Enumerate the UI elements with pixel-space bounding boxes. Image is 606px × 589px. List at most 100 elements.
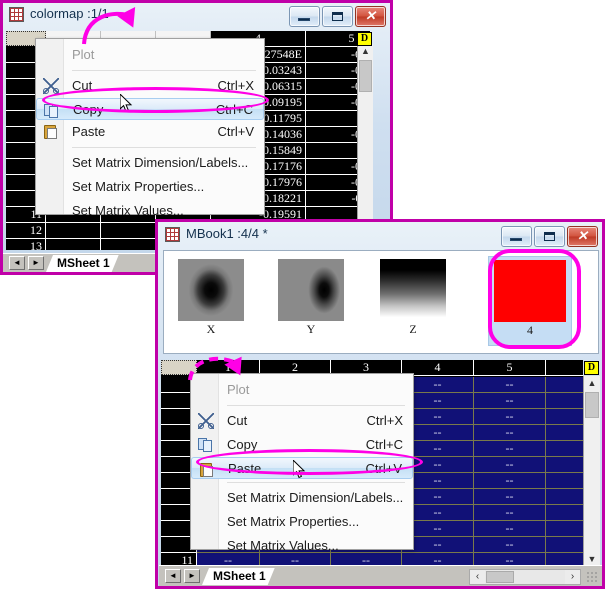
- selected-matrix-thumbnail-highlight: [488, 249, 581, 349]
- window2-cell[interactable]: [546, 521, 583, 537]
- sheet-prev-button[interactable]: ◄: [9, 256, 25, 270]
- scroll-up-arrow[interactable]: ▲: [358, 44, 373, 58]
- matrix-thumbnail-label: Z: [376, 321, 450, 337]
- window2-column-header[interactable]: [546, 360, 583, 376]
- window2-window-controls[interactable]: ✕: [501, 226, 598, 247]
- copy-icon: [198, 437, 214, 453]
- menu-item-set-matrix-values[interactable]: Set Matrix Values...: [36, 199, 264, 223]
- window2-column-header-5[interactable]: 5: [474, 360, 546, 376]
- window2-cell[interactable]: --: [474, 393, 546, 409]
- matrix-thumbnail-Z[interactable]: Z: [376, 259, 450, 337]
- hscroll-left-button[interactable]: ‹: [470, 570, 485, 584]
- paste-highlight-ellipse: [196, 449, 423, 475]
- menu-item-set-matrix-dimension-labels[interactable]: Set Matrix Dimension/Labels...: [36, 151, 264, 175]
- menu-item-label: Set Matrix Dimension/Labels...: [227, 490, 403, 505]
- matrix-grid-icon: [165, 227, 180, 242]
- close-button[interactable]: ✕: [355, 6, 386, 27]
- sheet-next-button[interactable]: ►: [28, 256, 44, 270]
- window2-data-badge[interactable]: D: [584, 361, 599, 375]
- window2-cell[interactable]: --: [474, 441, 546, 457]
- window2-vertical-scrollbar[interactable]: ▲ ▼: [583, 376, 600, 566]
- paste-icon: [43, 124, 59, 140]
- menu-separator: [72, 147, 256, 148]
- matrix-thumbnail-Y[interactable]: Y: [274, 259, 348, 337]
- scroll-down-arrow[interactable]: ▼: [584, 552, 600, 566]
- window2-cell[interactable]: [546, 393, 583, 409]
- maximize-button[interactable]: [322, 6, 353, 27]
- menu-item-paste[interactable]: PasteCtrl+V: [36, 120, 264, 144]
- window2-cell[interactable]: --: [474, 489, 546, 505]
- menu-item-label: Cut: [227, 413, 247, 428]
- window2-cell[interactable]: [546, 505, 583, 521]
- window1-row-header[interactable]: 13: [6, 239, 46, 250]
- maximize-button[interactable]: [534, 226, 565, 247]
- window1-cell[interactable]: [101, 239, 156, 250]
- menu-item-plot: Plot: [191, 378, 413, 402]
- matrix-thumbnail-label: X: [174, 321, 248, 337]
- window2-cell[interactable]: [546, 537, 583, 553]
- window2-cell[interactable]: [546, 409, 583, 425]
- maximize-icon: [332, 12, 343, 21]
- scroll-up-arrow[interactable]: ▲: [584, 376, 600, 390]
- window1-cell[interactable]: [101, 223, 156, 239]
- close-icon: ✕: [356, 7, 385, 26]
- menu-item-set-matrix-properties[interactable]: Set Matrix Properties...: [191, 510, 413, 534]
- menu-item-set-matrix-values[interactable]: Set Matrix Values...: [191, 534, 413, 558]
- window1-row-header[interactable]: 12: [6, 223, 46, 239]
- window1-context-menu[interactable]: PlotCutCtrl+XCopyCtrl+CPasteCtrl+VSet Ma…: [35, 38, 265, 215]
- window2-cell[interactable]: --: [474, 409, 546, 425]
- menu-item-label: Set Matrix Dimension/Labels...: [72, 155, 248, 170]
- window2-titlebar[interactable]: MBook1 :4/4 * ✕: [158, 222, 604, 248]
- menu1-items[interactable]: PlotCutCtrl+XCopyCtrl+CPasteCtrl+VSet Ma…: [36, 39, 264, 223]
- window1-titlebar[interactable]: colormap :1/1 ✕: [2, 2, 392, 28]
- window2-cell[interactable]: [546, 377, 583, 393]
- minimize-icon: [510, 238, 522, 241]
- scroll-thumb[interactable]: [359, 60, 372, 92]
- sheet-next-button[interactable]: ►: [184, 569, 200, 583]
- sheet-tab-msheet1[interactable]: MSheet 1: [202, 568, 275, 585]
- menu-item-cut[interactable]: CutCtrl+X: [191, 409, 413, 433]
- menu-item-label: Set Matrix Values...: [72, 203, 184, 218]
- minimize-icon: [298, 18, 310, 21]
- close-button[interactable]: ✕: [567, 226, 598, 247]
- window1-vertical-scrollbar[interactable]: ▲: [357, 44, 373, 251]
- menu-item-set-matrix-dimension-labels[interactable]: Set Matrix Dimension/Labels...: [191, 486, 413, 510]
- window2-cell[interactable]: --: [474, 425, 546, 441]
- menu-item-set-matrix-properties[interactable]: Set Matrix Properties...: [36, 175, 264, 199]
- menu-separator: [227, 482, 405, 483]
- window1-data-badge[interactable]: D: [357, 32, 372, 46]
- hscroll-thumb[interactable]: [486, 571, 514, 583]
- scroll-thumb[interactable]: [585, 392, 599, 418]
- sheet-tab-msheet1[interactable]: MSheet 1: [46, 255, 119, 272]
- window2-cell[interactable]: --: [474, 473, 546, 489]
- window2-cell[interactable]: [546, 473, 583, 489]
- horizontal-scrollbar[interactable]: ‹ ›: [469, 569, 581, 585]
- close-icon: ✕: [568, 227, 597, 246]
- sheet-prev-button[interactable]: ◄: [165, 569, 181, 583]
- window1-window-controls[interactable]: ✕: [289, 6, 386, 27]
- window1-cell[interactable]: [46, 223, 101, 239]
- window2-cell[interactable]: --: [474, 521, 546, 537]
- window2-cell[interactable]: [546, 553, 583, 565]
- window1-cell[interactable]: [46, 239, 101, 250]
- minimize-button[interactable]: [289, 6, 320, 27]
- menu-item-label: Set Matrix Values...: [227, 538, 339, 553]
- window2-cell[interactable]: [546, 425, 583, 441]
- window2-cell[interactable]: [546, 457, 583, 473]
- hscroll-right-button[interactable]: ›: [565, 570, 580, 584]
- menu-item-label: Paste: [72, 124, 105, 139]
- window2-cell[interactable]: [546, 441, 583, 457]
- minimize-button[interactable]: [501, 226, 532, 247]
- window2-cell[interactable]: --: [474, 553, 546, 565]
- resize-grip[interactable]: [585, 570, 599, 584]
- window2-cell[interactable]: --: [474, 537, 546, 553]
- menu-item-label: Plot: [72, 47, 94, 62]
- menu-separator: [72, 70, 256, 71]
- window2-cell[interactable]: --: [474, 505, 546, 521]
- window2-cell[interactable]: [546, 489, 583, 505]
- matrix-thumbnail-X[interactable]: X: [174, 259, 248, 337]
- window2-statusbar: ◄ ► MSheet 1 ‹ ›: [159, 565, 603, 587]
- window2-cell[interactable]: --: [474, 377, 546, 393]
- window1-title: colormap :1/1: [30, 6, 109, 21]
- window2-cell[interactable]: --: [474, 457, 546, 473]
